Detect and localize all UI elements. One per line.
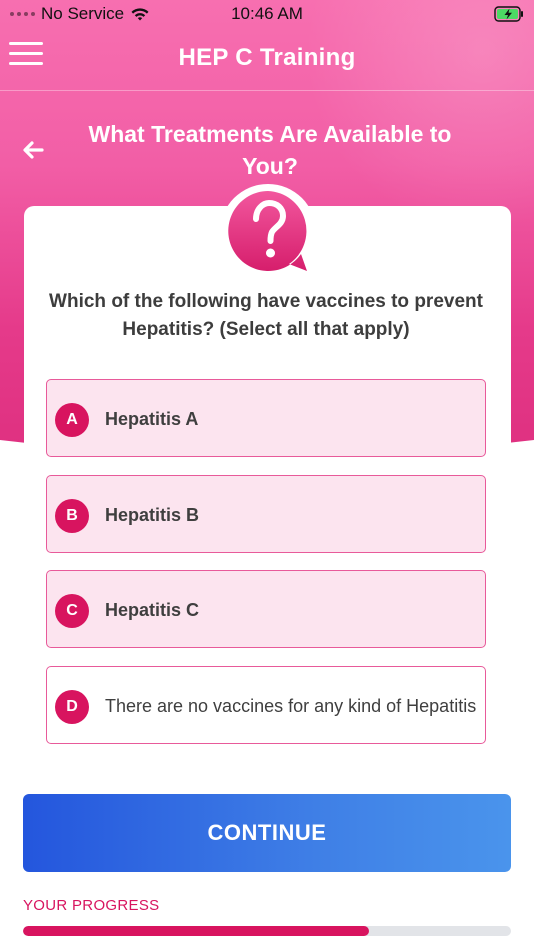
question-badge [220,184,316,280]
status-bar: No Service 10:46 AM [0,0,534,28]
nav-bar: HEP C Training [0,28,534,91]
continue-button[interactable]: CONTINUE [23,794,511,872]
option-letter-badge: A [55,403,89,437]
progress-label: YOUR PROGRESS [23,897,160,914]
status-time: 10:46 AM [231,4,303,23]
progress-bar [23,926,511,936]
option-label: Hepatitis C [105,600,200,620]
battery-charging-icon [494,6,523,22]
app-screen: No Service 10:46 AM HEP C Training What … [0,0,534,950]
progress-bar-fill [23,926,370,936]
page-title: What Treatments Are Available to You? [88,121,452,179]
option-label: There are no vaccines for any kind of He… [105,696,477,716]
nav-title: HEP C Training [178,44,356,71]
question-text: Which of the following have vaccines to … [49,291,483,340]
option-letter-badge: C [55,594,89,628]
option-a[interactable]: A Hepatitis A [46,379,486,457]
option-c[interactable]: C Hepatitis C [46,570,486,648]
back-arrow-icon[interactable] [20,137,46,163]
question-mark-bubble-icon [228,191,307,271]
option-label: Hepatitis B [105,505,200,525]
option-letter-badge: D [55,690,89,724]
option-d[interactable]: D There are no vaccines for any kind of … [46,666,486,744]
option-label: Hepatitis A [105,409,199,429]
option-b[interactable]: B Hepatitis B [46,475,486,553]
option-letter-badge: B [55,499,89,533]
